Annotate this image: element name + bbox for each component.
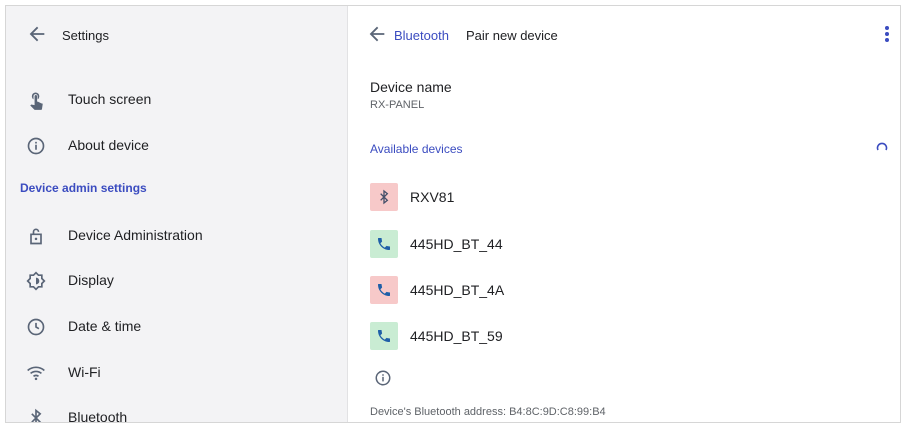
info-icon [27,137,45,155]
page-title: Pair new device [466,28,558,43]
touch-icon [30,92,43,110]
sidebar-header: Settings [6,6,347,62]
device-item-445hd-bt-59[interactable]: 445HD_BT_59 [370,322,670,352]
panel-header: Bluetooth Pair new device [348,6,900,62]
device-item-rxv81[interactable]: RXV81 [370,183,670,213]
settings-sidebar: Settings Touch screen About device Devic… [6,6,348,422]
phone-icon [378,330,390,342]
phone-icon [378,238,390,250]
sidebar-item-label: About device [68,137,149,153]
sidebar-item-label: Device Administration [68,227,203,243]
sidebar-item-touch-screen[interactable]: Touch screen [6,78,347,122]
device-name-value: RX-PANEL [370,99,425,111]
device-name: 445HD_BT_44 [410,236,503,252]
device-badge [370,276,398,304]
display-brightness-icon [26,271,46,291]
sidebar-title: Settings [62,28,109,43]
sidebar-item-bluetooth[interactable]: Bluetooth [6,396,347,423]
sidebar-item-label: Bluetooth [68,409,128,423]
sidebar-item-date-time[interactable]: Date & time [6,305,347,349]
breadcrumb-bluetooth[interactable]: Bluetooth [394,28,449,43]
device-item-445hd-bt-44[interactable]: 445HD_BT_44 [370,230,670,260]
section-header-admin: Device admin settings [20,181,147,195]
settings-window: Settings Touch screen About device Devic… [5,5,901,423]
bluetooth-address-text: Device's Bluetooth address: B4:8C:9D:C8:… [370,406,606,418]
sidebar-item-label: Touch screen [68,91,152,107]
sidebar-item-label: Display [68,272,114,288]
loading-spinner-icon [876,142,888,151]
device-item-445hd-bt-4a[interactable]: 445HD_BT_4A [370,276,670,306]
more-options-icon[interactable] [884,24,890,44]
sidebar-item-device-administration[interactable]: Device Administration [6,214,347,258]
phone-icon [378,284,390,296]
pair-device-panel: Bluetooth Pair new device Device name RX… [348,6,900,422]
device-badge [370,230,398,258]
sidebar-item-display[interactable]: Display [6,259,347,303]
sidebar-item-about-device[interactable]: About device [6,124,347,168]
sidebar-item-label: Date & time [68,318,142,334]
device-name: 445HD_BT_4A [410,282,505,298]
sidebar-item-wifi[interactable]: Wi-Fi [6,351,347,395]
lock-open-icon [30,228,42,245]
device-badge [370,322,398,350]
back-arrow-icon[interactable] [366,23,388,45]
device-name-title: Device name [370,79,452,95]
device-name: RXV81 [410,189,455,205]
wifi-icon [27,366,45,381]
info-icon [375,370,391,386]
bluetooth-icon [31,408,42,422]
sidebar-item-label: Wi-Fi [68,364,101,380]
bluetooth-icon [380,189,389,205]
available-devices-header: Available devices [370,142,463,156]
back-arrow-icon[interactable] [26,23,48,45]
device-name: 445HD_BT_59 [410,328,503,344]
device-badge [370,183,398,211]
clock-icon [27,318,45,336]
